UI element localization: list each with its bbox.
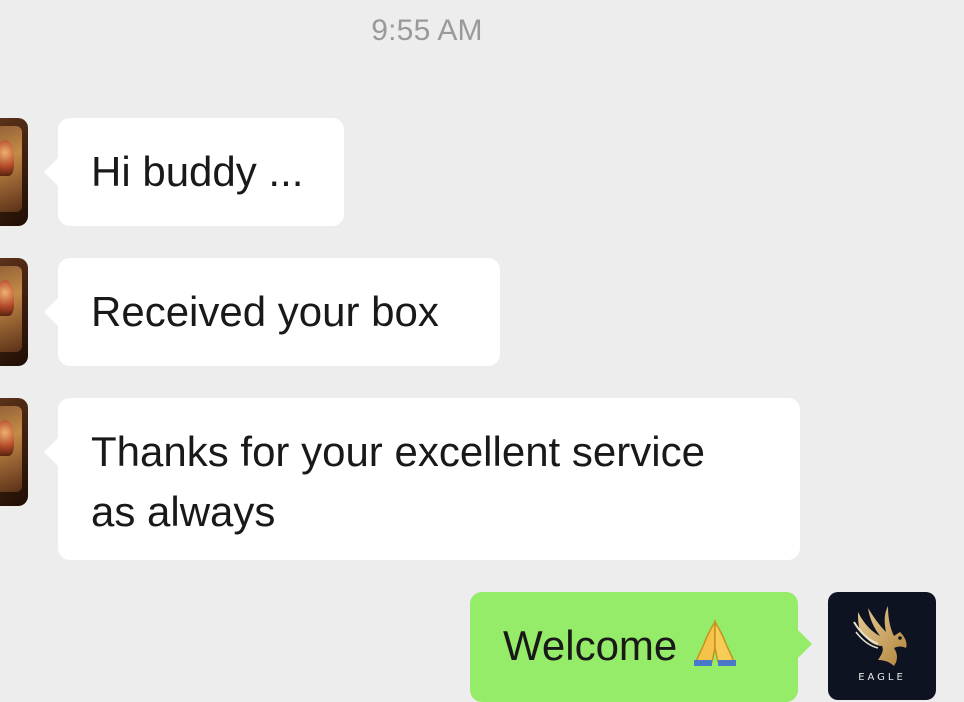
eagle-logo-icon	[853, 606, 907, 666]
incoming-message-bubble[interactable]: Thanks for your excellent service as alw…	[44, 398, 800, 560]
own-avatar[interactable]: EAGLE	[828, 592, 936, 700]
message-text: Hi buddy ...	[91, 148, 304, 195]
incoming-message-bubble[interactable]: Hi buddy ...	[44, 118, 344, 226]
contact-avatar[interactable]	[0, 118, 28, 226]
contact-avatar[interactable]	[0, 398, 28, 506]
outgoing-message-bubble[interactable]: Welcome	[470, 592, 812, 702]
folded-hands-icon	[691, 618, 739, 666]
message-text: Welcome	[503, 622, 678, 669]
message-text-line: as always	[91, 488, 276, 535]
contact-avatar[interactable]	[0, 258, 28, 366]
logo-text: EAGLE	[858, 672, 906, 683]
message-text: Received your box	[91, 288, 439, 335]
message-timestamp: 9:55 AM	[371, 14, 483, 47]
message-text-line: Thanks for your excellent service	[91, 428, 705, 475]
incoming-message-bubble[interactable]: Received your box	[44, 258, 500, 366]
